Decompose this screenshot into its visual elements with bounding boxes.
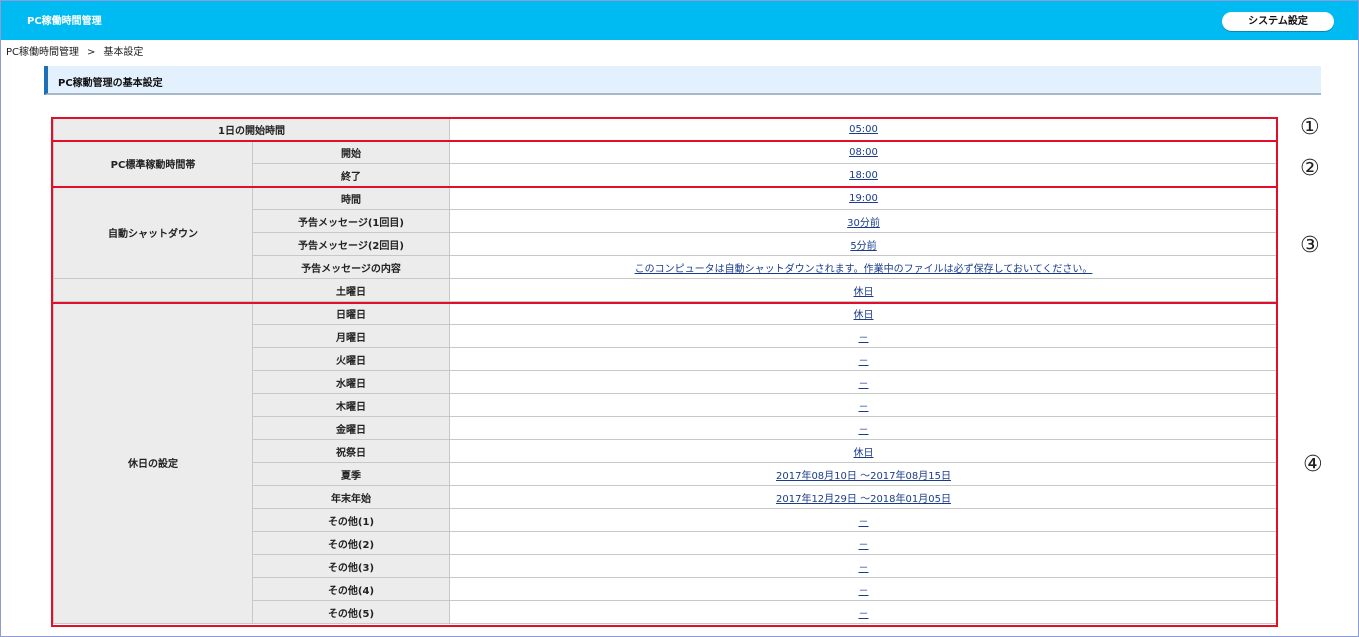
summer-value[interactable]: 2017年08月10日 ～2017年08月15日 <box>776 471 951 482</box>
other5-value[interactable]: － <box>859 609 869 620</box>
summer-label: 夏季 <box>252 462 450 486</box>
section-header: PC稼動管理の基本設定 <box>44 66 1321 95</box>
other3-value[interactable]: － <box>859 563 869 574</box>
saturday-label: 土曜日 <box>252 278 450 302</box>
breadcrumb-separator: > <box>87 47 96 58</box>
other4-value[interactable]: － <box>859 586 869 597</box>
annotation-number-1: ① <box>1300 115 1320 140</box>
app-title: PC稼働時間管理 <box>27 16 102 27</box>
system-settings-button[interactable]: システム設定 <box>1222 12 1334 31</box>
notice1-value[interactable]: 30分前 <box>847 218 880 229</box>
friday-label: 金曜日 <box>252 416 450 440</box>
breadcrumb-current: 基本設定 <box>103 47 144 58</box>
holidays-group: 休日の設定 <box>53 301 253 624</box>
friday-value[interactable]: － <box>859 425 869 436</box>
tuesday-label: 火曜日 <box>252 347 450 371</box>
annotation-number-4: ④ <box>1303 452 1323 477</box>
wednesday-label: 水曜日 <box>252 370 450 394</box>
thursday-value[interactable]: － <box>859 402 869 413</box>
notice2-value[interactable]: 5分前 <box>850 241 876 252</box>
standard-start-label: 開始 <box>252 140 450 164</box>
thursday-label: 木曜日 <box>252 393 450 417</box>
annotation-number-2: ② <box>1300 156 1320 181</box>
settings-table: 1日の開始時間 05:00 PC標準稼動時間帯 開始 08:00 終了 18:0… <box>53 117 1278 624</box>
tuesday-value[interactable]: － <box>859 356 869 367</box>
start-time-value[interactable]: 05:00 <box>849 124 878 135</box>
other2-label: その他(2) <box>252 531 450 555</box>
wednesday-value[interactable]: － <box>859 379 869 390</box>
notice1-label: 予告メッセージ(1回目) <box>252 209 450 233</box>
shutdown-time-value[interactable]: 19:00 <box>849 193 878 204</box>
sunday-label: 日曜日 <box>252 301 450 325</box>
sunday-value[interactable]: 休日 <box>854 310 874 321</box>
auto-shutdown-group: 自動シャットダウン <box>53 186 253 279</box>
national-holiday-label: 祝祭日 <box>252 439 450 463</box>
other1-value[interactable]: － <box>859 517 869 528</box>
other1-label: その他(1) <box>252 508 450 532</box>
monday-label: 月曜日 <box>252 324 450 348</box>
app-header: PC稼働時間管理 システム設定 <box>1 1 1358 40</box>
table-row: 休日の設定 日曜日 休日 <box>53 301 1278 624</box>
breadcrumb: PC稼働時間管理 > 基本設定 <box>6 43 143 58</box>
other4-label: その他(4) <box>252 577 450 601</box>
shutdown-time-label: 時間 <box>252 186 450 210</box>
other2-value[interactable]: － <box>859 540 869 551</box>
other3-label: その他(3) <box>252 554 450 578</box>
table-row: 1日の開始時間 05:00 <box>53 117 1278 141</box>
year-end-value[interactable]: 2017年12月29日 ～2018年01月05日 <box>776 494 951 505</box>
notice2-label: 予告メッセージ(2回目) <box>252 232 450 256</box>
section-title: PC稼動管理の基本設定 <box>58 78 163 89</box>
standard-end-value[interactable]: 18:00 <box>849 170 878 181</box>
empty-group-cell <box>53 278 253 302</box>
saturday-value[interactable]: 休日 <box>854 287 874 298</box>
breadcrumb-root[interactable]: PC稼働時間管理 <box>6 47 79 58</box>
year-end-label: 年末年始 <box>252 485 450 509</box>
table-row: 自動シャットダウン 時間 19:00 <box>53 186 1278 279</box>
standard-start-value[interactable]: 08:00 <box>849 147 878 158</box>
other5-label: その他(5) <box>252 600 450 624</box>
table-row: 土曜日 休日 <box>53 278 1278 302</box>
start-time-label: 1日の開始時間 <box>53 117 450 141</box>
annotation-number-3: ③ <box>1300 233 1320 258</box>
table-row: PC標準稼動時間帯 開始 08:00 <box>53 140 1278 187</box>
standard-end-label: 終了 <box>252 163 450 187</box>
national-holiday-value[interactable]: 休日 <box>854 448 874 459</box>
monday-value[interactable]: － <box>859 333 869 344</box>
standard-hours-group: PC標準稼動時間帯 <box>53 140 253 187</box>
notice-text-label: 予告メッセージの内容 <box>252 255 450 279</box>
notice-text-value[interactable]: このコンピュータは自動シャットダウンされます。作業中のファイルは必ず保存しておい… <box>635 264 1093 275</box>
